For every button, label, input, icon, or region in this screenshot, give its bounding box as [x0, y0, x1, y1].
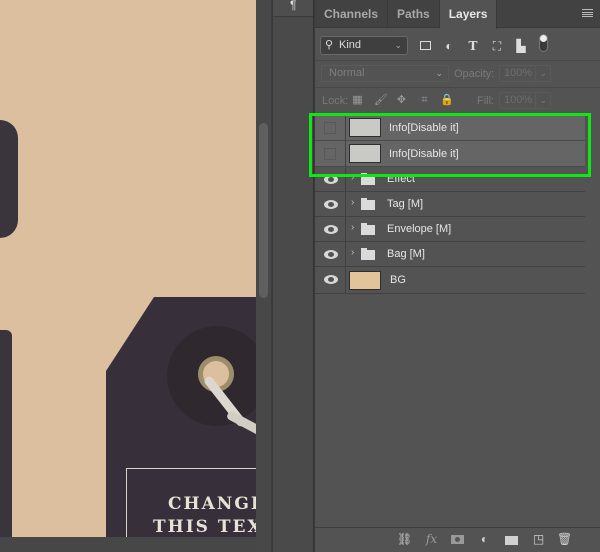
tag-text-line2: THIS TEXT	[153, 517, 256, 537]
visibility-toggle[interactable]	[315, 267, 346, 293]
layer-thumbnail	[349, 271, 381, 290]
layer-name: BG	[390, 274, 406, 286]
folder-icon	[361, 173, 375, 185]
opacity-value: 100%	[504, 67, 533, 79]
layer-name: Envelope [M]	[387, 223, 452, 235]
panel-footer: ⛓ fx ◐ ◳ 🗑	[315, 527, 600, 552]
vertical-scrollbar-thumb[interactable]	[259, 123, 268, 298]
chevron-down-icon: ⌄	[394, 40, 402, 50]
visibility-off-box	[324, 148, 336, 160]
dock-header: ¶	[273, 0, 313, 17]
eye-icon	[324, 175, 338, 184]
chevron-right-icon[interactable]: ›	[351, 222, 354, 233]
layers-list: Info[Disable it] Info[Disable it] › Effe…	[315, 115, 585, 294]
lock-row: Lock: ▦ 🖌 ✥ ⌗ 🔒 Fill: 100% ⌄	[315, 89, 600, 113]
blend-mode-value: Normal	[329, 67, 365, 79]
delete-layer-icon[interactable]: 🗑	[557, 532, 572, 547]
chevron-right-icon[interactable]: ›	[351, 247, 354, 258]
link-layers-icon[interactable]: ⛓	[397, 532, 412, 547]
layer-group-row[interactable]: › Bag [M]	[315, 242, 585, 267]
visibility-toggle[interactable]	[315, 242, 346, 266]
folder-icon	[361, 198, 375, 210]
lock-transparent-pixels-icon[interactable]: ▦	[351, 94, 364, 107]
layer-row[interactable]: Info[Disable it]	[315, 141, 585, 167]
lock-position-icon[interactable]: ✥	[395, 94, 408, 107]
fill-label: Fill:	[477, 95, 495, 107]
type-layer-filter-icon[interactable]: T	[466, 39, 480, 53]
dark-figure-lower	[0, 330, 12, 537]
layer-row[interactable]: BG	[315, 267, 585, 294]
tab-channels[interactable]: Channels	[315, 0, 389, 28]
new-layer-icon[interactable]: ◳	[531, 532, 546, 547]
blend-mode-select[interactable]: Normal ⌄	[321, 65, 449, 82]
smart-object-filter-icon[interactable]: ▙	[514, 39, 528, 53]
layers-panel: Channels Paths Layers ⚲ Kind ⌄ ◐ T ⛶ ▙ N…	[314, 0, 600, 552]
chevron-down-icon: ⌄	[435, 68, 443, 78]
folder-icon	[361, 248, 375, 260]
layer-thumbnail	[349, 118, 381, 137]
visibility-toggle[interactable]	[315, 141, 346, 166]
folder-icon	[361, 223, 375, 235]
eye-icon	[324, 200, 338, 209]
layer-name: Info[Disable it]	[389, 122, 459, 134]
fx-icon[interactable]: fx	[424, 532, 439, 547]
layer-group-row[interactable]: › Tag [M]	[315, 192, 585, 217]
document-canvas[interactable]: CHANGE THIS TEXT	[0, 0, 256, 537]
chevron-right-icon[interactable]: ›	[351, 172, 354, 183]
chevron-down-icon: ⌄	[539, 68, 547, 78]
lock-artboard-icon[interactable]: ⌗	[418, 94, 431, 107]
lock-label: Lock:	[322, 95, 349, 107]
panel-menu-icon[interactable]	[582, 9, 593, 17]
visibility-toggle[interactable]	[315, 167, 346, 191]
horizontal-scrollbar[interactable]	[0, 537, 256, 552]
search-icon: ⚲	[325, 39, 334, 51]
filter-kind-select[interactable]: ⚲ Kind ⌄	[320, 36, 408, 55]
fill-field[interactable]: 100% ⌄	[499, 92, 551, 109]
panel-tabs: Channels Paths Layers	[315, 0, 600, 29]
tab-layers[interactable]: Layers	[439, 0, 498, 29]
adjustment-layer-filter-icon[interactable]: ◐	[442, 39, 456, 53]
opacity-field[interactable]: 100% ⌄	[499, 65, 551, 82]
adjustment-layer-icon[interactable]: ◐	[477, 532, 492, 547]
pixel-layer-filter-icon[interactable]	[418, 39, 432, 53]
layer-name: Effect	[387, 173, 415, 185]
lock-all-icon[interactable]: 🔒	[440, 94, 454, 107]
visibility-toggle[interactable]	[315, 217, 346, 241]
lock-image-pixels-icon[interactable]: 🖌	[374, 94, 388, 107]
chevron-right-icon[interactable]: ›	[351, 197, 354, 208]
collapsed-panel-dock: ¶	[272, 0, 314, 552]
eye-icon	[324, 250, 338, 259]
filter-kind-label: Kind	[339, 39, 362, 51]
paragraph-icon[interactable]: ¶	[290, 0, 296, 12]
chevron-down-icon: ⌄	[539, 95, 547, 105]
layer-name: Tag [M]	[387, 198, 424, 210]
shape-layer-filter-icon[interactable]: ⛶	[490, 39, 504, 53]
layer-group-row[interactable]: › Effect	[315, 167, 585, 192]
visibility-off-box	[324, 122, 336, 134]
visibility-toggle[interactable]	[315, 115, 346, 140]
layer-name: Info[Disable it]	[389, 148, 459, 160]
filter-toggle[interactable]	[539, 34, 548, 52]
fill-value: 100%	[504, 94, 533, 106]
eye-icon	[324, 225, 338, 234]
layer-name: Bag [M]	[387, 248, 425, 260]
blend-row: Normal ⌄ Opacity: 100% ⌄	[315, 62, 600, 88]
dark-figure-upper	[0, 120, 18, 238]
visibility-toggle[interactable]	[315, 192, 346, 216]
layer-filter-row: ⚲ Kind ⌄ ◐ T ⛶ ▙	[315, 29, 600, 61]
tag-text-line1: CHANGE	[168, 494, 256, 514]
add-mask-icon[interactable]	[450, 532, 465, 547]
layer-group-row[interactable]: › Envelope [M]	[315, 217, 585, 242]
tab-paths[interactable]: Paths	[388, 0, 440, 28]
layer-thumbnail	[349, 144, 381, 163]
new-group-icon[interactable]	[504, 532, 519, 547]
opacity-label: Opacity:	[454, 68, 495, 80]
eye-icon	[324, 275, 338, 284]
layer-row[interactable]: Info[Disable it]	[315, 115, 585, 141]
